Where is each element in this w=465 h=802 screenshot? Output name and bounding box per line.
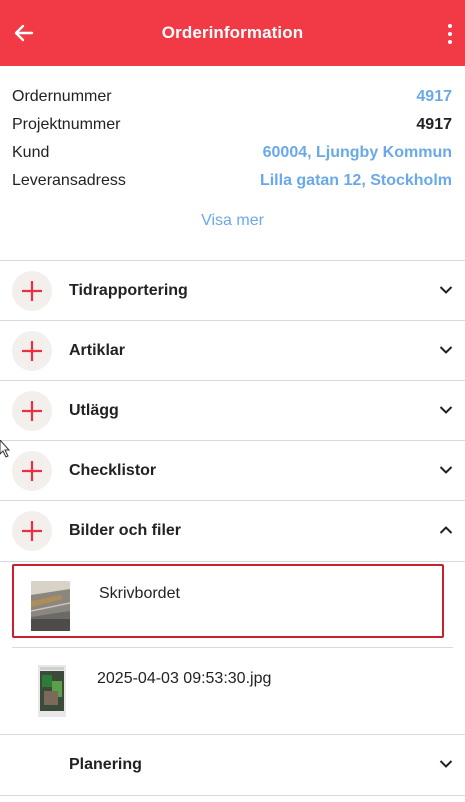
plus-icon[interactable] [12,511,52,551]
customer-label: Kund [12,144,50,161]
mouse-cursor-icon [0,440,10,458]
delivery-address-label: Leveransadress [12,172,126,189]
order-info-panel: Ordernummer 4917 Projektnummer 4917 Kund… [0,66,465,260]
delivery-address-link[interactable]: Lilla gatan 12, Stockholm [260,172,452,190]
file-name: 2025-04-03 09:53:30.jpg [97,670,272,687]
more-vertical-icon[interactable] [445,22,455,46]
plus-icon[interactable] [12,391,52,431]
file-thumbnail [38,665,66,717]
project-number-label: Projektnummer [12,116,121,133]
divider [0,561,465,562]
plus-icon[interactable] [12,271,52,311]
chevron-down-icon[interactable] [439,345,453,355]
divider [0,795,465,796]
page-title: Orderinformation [161,23,304,42]
section-label: Utlägg [69,402,119,419]
customer-link[interactable]: 60004, Ljungby Kommun [263,144,452,162]
section-artiklar[interactable]: Artiklar [0,321,465,381]
section-planering[interactable]: Planering [0,735,465,795]
info-row-delivery-address: Leveransadress Lilla gatan 12, Stockholm [12,167,452,195]
file-name: Skrivbordet [99,585,180,602]
section-tidrapportering[interactable]: Tidrapportering [0,261,465,321]
app-bar: Orderinformation [0,0,465,66]
section-label: Artiklar [69,342,126,359]
file-item-selected[interactable]: Skrivbordet [12,564,444,638]
chevron-up-icon[interactable] [439,525,453,535]
section-label: Planering [69,756,142,773]
divider [12,647,453,648]
back-arrow-icon[interactable] [12,21,36,45]
show-more-link[interactable]: Visa mer [0,212,465,230]
chevron-down-icon[interactable] [439,405,453,415]
info-row-project-number: Projektnummer 4917 [12,111,452,139]
chevron-down-icon[interactable] [439,759,453,769]
chevron-down-icon[interactable] [439,285,453,295]
info-row-customer: Kund 60004, Ljungby Kommun [12,139,452,167]
info-row-order-number: Ordernummer 4917 [12,83,452,111]
project-number-value: 4917 [416,116,452,133]
order-number-label: Ordernummer [12,88,112,105]
section-utlagg[interactable]: Utlägg [0,381,465,441]
chevron-down-icon[interactable] [439,465,453,475]
section-bilder-och-filer[interactable]: Bilder och filer [0,501,465,561]
file-thumbnail [31,581,70,631]
order-number-link[interactable]: 4917 [416,88,452,106]
plus-icon[interactable] [12,331,52,371]
section-label: Bilder och filer [69,522,182,539]
plus-icon[interactable] [12,451,52,491]
section-checklistor[interactable]: Checklistor [0,441,465,501]
section-label: Checklistor [69,462,157,479]
file-item[interactable]: 2025-04-03 09:53:30.jpg [12,652,444,726]
section-label: Tidrapportering [69,282,188,299]
